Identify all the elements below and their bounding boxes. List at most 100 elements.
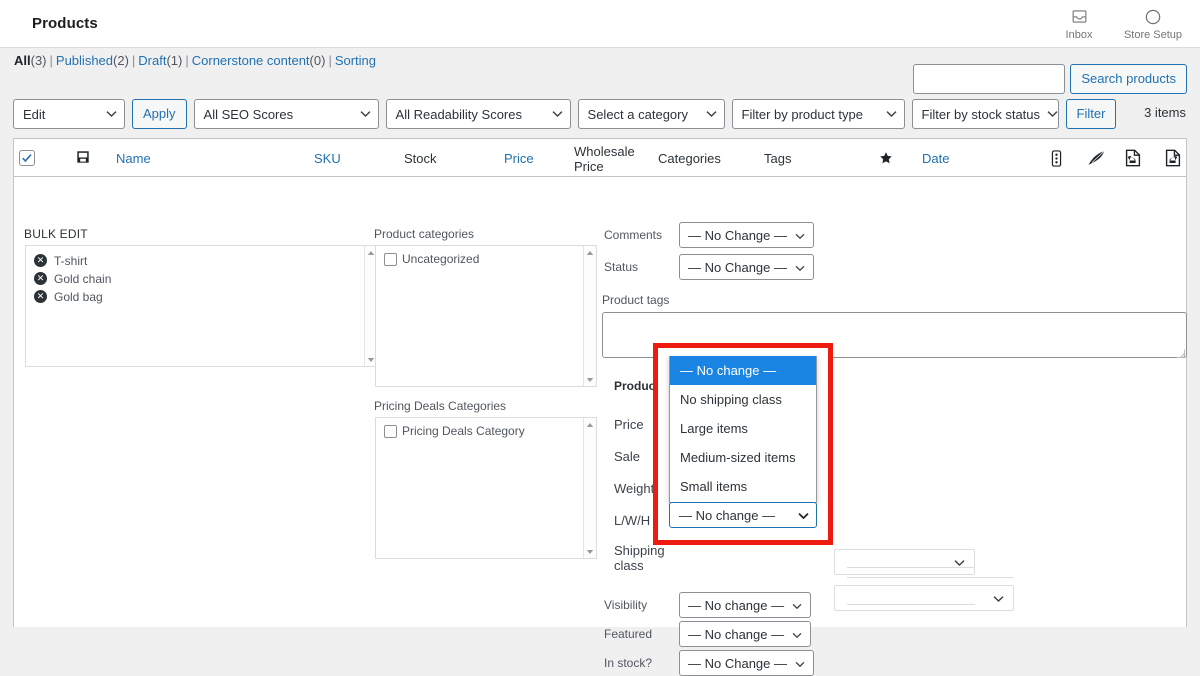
list-item: ✕ Gold chain <box>34 270 369 287</box>
store-setup-label: Store Setup <box>1124 29 1182 41</box>
shipping-class-select[interactable]: — No change — <box>669 502 817 528</box>
product-categories-label: Product categories <box>374 227 474 241</box>
woocommerce-header: Products Inbox Store Setup <box>0 0 1200 48</box>
categories-column-header: Categories <box>658 139 721 177</box>
product-categories-box: Uncategorized <box>375 245 597 387</box>
visibility-row: Visibility — No change — <box>604 592 864 618</box>
price-column-header[interactable]: Price <box>504 139 534 177</box>
search-input[interactable] <box>913 64 1065 94</box>
dropdown-option-small-items[interactable]: Small items <box>670 472 816 501</box>
filter-all-count: (3) <box>31 53 47 68</box>
comments-select[interactable]: — No Change — <box>679 222 814 248</box>
scroll-down-icon[interactable] <box>584 373 596 386</box>
filter-sorting[interactable]: Sorting <box>335 53 376 68</box>
product-type-filter-select[interactable]: Filter by product type <box>732 99 905 129</box>
in-stock-label: In stock? <box>604 656 679 670</box>
dropdown-option-no-change[interactable]: — No change — <box>670 356 816 385</box>
visibility-label: Visibility <box>604 598 679 612</box>
bulk-action-select[interactable]: Edit <box>13 99 125 129</box>
category-label: Pricing Deals Category <box>402 424 525 438</box>
category-label: Uncategorized <box>402 252 479 266</box>
store-setup-button[interactable]: Store Setup <box>1116 0 1190 48</box>
status-value: — No Change — <box>688 260 787 275</box>
filter-draft-count: (1) <box>166 53 182 68</box>
scrollbar[interactable] <box>583 246 596 386</box>
remove-icon[interactable]: ✕ <box>34 272 47 285</box>
chevron-down-icon <box>360 110 371 118</box>
bulk-edit-products-list: ✕ T-shirt ✕ Gold chain ✕ Gold bag <box>25 245 378 367</box>
bulk-edit-title: BULK EDIT <box>24 227 88 241</box>
import-icon[interactable] <box>1124 139 1142 177</box>
in-stock-row: In stock? — No Change — <box>604 650 864 676</box>
column-options-icon[interactable] <box>1050 139 1063 177</box>
checkbox[interactable] <box>384 425 397 438</box>
name-column-header[interactable]: Name <box>116 139 151 177</box>
quick-edit-feather-icon[interactable] <box>1087 139 1107 177</box>
divider <box>847 567 975 568</box>
separator-2: | <box>129 53 138 68</box>
filter-published[interactable]: Published <box>56 53 113 68</box>
status-label: Status <box>604 260 679 274</box>
divider <box>847 604 975 605</box>
readability-score-filter-select[interactable]: All Readability Scores <box>386 99 571 129</box>
filter-button[interactable]: Filter <box>1066 99 1117 129</box>
page-title: Products <box>32 15 98 32</box>
weight-value-select[interactable] <box>834 549 975 575</box>
thumbnail-column-header <box>76 139 90 177</box>
stock-status-filter-select[interactable]: Filter by stock status <box>912 99 1059 129</box>
visibility-value: — No change — <box>688 598 784 613</box>
filter-all[interactable]: All <box>14 53 31 68</box>
scrollbar[interactable] <box>583 418 596 558</box>
select-all-checkbox[interactable] <box>19 150 35 166</box>
seo-score-filter-select[interactable]: All SEO Scores <box>194 99 379 129</box>
lwh-label: L/W/H <box>614 513 650 528</box>
chevron-down-icon <box>993 591 1004 606</box>
comments-value: — No Change — <box>688 228 787 243</box>
dropdown-option-no-shipping-class[interactable]: No shipping class <box>670 385 816 414</box>
chevron-down-icon <box>706 110 717 118</box>
search-products-button[interactable]: Search products <box>1070 64 1187 94</box>
export-icon[interactable] <box>1164 139 1182 177</box>
date-column-header[interactable]: Date <box>922 139 949 177</box>
weight-label: Weight <box>614 481 654 496</box>
sku-column-header[interactable]: SKU <box>314 139 341 177</box>
featured-select[interactable]: — No change — <box>679 621 811 647</box>
image-icon <box>76 150 90 167</box>
status-select[interactable]: — No Change — <box>679 254 814 280</box>
inbox-label: Inbox <box>1066 29 1093 41</box>
wholesale-price-column-header: Wholesale Price <box>574 139 629 177</box>
search-form: Search products <box>913 64 1187 94</box>
chevron-down-icon <box>795 260 805 275</box>
shipping-class-value: — No change — <box>679 508 798 523</box>
scroll-down-icon[interactable] <box>584 545 596 558</box>
remove-icon[interactable]: ✕ <box>34 290 47 303</box>
separator-1: | <box>47 53 56 68</box>
price-label: Price <box>614 417 644 432</box>
in-stock-select[interactable]: — No Change — <box>679 650 814 676</box>
items-count: 3 items <box>1144 105 1186 120</box>
chevron-down-icon <box>106 110 117 118</box>
featured-star-icon[interactable] <box>879 139 893 177</box>
scroll-up-icon[interactable] <box>584 246 596 259</box>
resize-handle-icon[interactable] <box>1175 346 1185 356</box>
apply-button[interactable]: Apply <box>132 99 187 129</box>
visibility-select[interactable]: — No change — <box>679 592 811 618</box>
featured-row: Featured — No change — <box>604 621 864 647</box>
separator-3: | <box>182 53 191 68</box>
dropdown-option-large-items[interactable]: Large items <box>670 414 816 443</box>
filter-cornerstone-count: (0) <box>310 53 326 68</box>
scroll-up-icon[interactable] <box>584 418 596 431</box>
tablenav-controls: Edit Apply All SEO Scores All Readabilit… <box>13 99 1116 129</box>
list-item: Pricing Deals Category <box>384 424 588 438</box>
filter-draft[interactable]: Draft <box>138 53 166 68</box>
inbox-button[interactable]: Inbox <box>1042 0 1116 48</box>
products-list-table: Name SKU Stock Price Wholesale Price Cat… <box>13 138 1187 627</box>
subsubsub-list: All(3)|Published(2)|Draft(1)|Cornerstone… <box>14 53 376 68</box>
chevron-down-icon <box>798 508 809 523</box>
remove-icon[interactable]: ✕ <box>34 254 47 267</box>
dropdown-option-medium-sized-items[interactable]: Medium-sized items <box>670 443 816 472</box>
select-all-checkbox-cell <box>19 139 35 177</box>
checkbox[interactable] <box>384 253 397 266</box>
category-filter-select[interactable]: Select a category <box>578 99 725 129</box>
filter-cornerstone-content[interactable]: Cornerstone content <box>192 53 310 68</box>
